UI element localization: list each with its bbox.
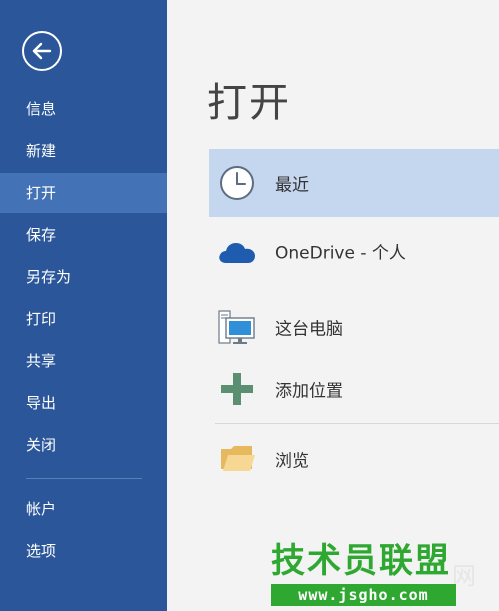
sidebar-item-account[interactable]: 帐户 xyxy=(0,489,167,529)
location-label: 这台电脑 xyxy=(275,319,343,340)
back-button[interactable] xyxy=(22,31,62,71)
sidebar-item-print[interactable]: 打印 xyxy=(0,299,167,339)
sidebar-item-info[interactable]: 信息 xyxy=(0,89,167,129)
watermark-title: 技术员联盟 xyxy=(271,541,451,581)
sidebar-item-save[interactable]: 保存 xyxy=(0,215,167,255)
open-pane: 打开 最近 OneDrive - 个人 这台电脑 添加位置 浏览 xyxy=(167,0,499,611)
location-label: OneDrive - 个人 xyxy=(275,243,406,264)
sidebar-item-close[interactable]: 关闭 xyxy=(0,425,167,465)
folder-icon xyxy=(217,439,257,479)
plus-icon xyxy=(217,369,257,409)
cloud-icon xyxy=(217,231,257,271)
computer-icon xyxy=(217,307,257,347)
watermark-url: www.jsgho.com xyxy=(271,584,456,606)
backstage-sidebar: 信息 新建 打开 保存 另存为 打印 共享 导出 关闭 帐户 选项 xyxy=(0,0,167,611)
location-browse[interactable]: 浏览 xyxy=(209,425,499,493)
sidebar-item-new[interactable]: 新建 xyxy=(0,131,167,171)
location-add-place[interactable]: 添加位置 xyxy=(209,355,499,423)
location-recent[interactable]: 最近 xyxy=(209,149,499,217)
location-label: 最近 xyxy=(275,175,309,196)
location-this-pc[interactable]: 这台电脑 xyxy=(209,293,499,361)
location-divider xyxy=(215,423,499,424)
location-onedrive[interactable]: OneDrive - 个人 xyxy=(209,217,499,285)
sidebar-item-options[interactable]: 选项 xyxy=(0,531,167,571)
location-label: 浏览 xyxy=(275,451,309,472)
clock-icon xyxy=(217,163,257,203)
sidebar-item-export[interactable]: 导出 xyxy=(0,383,167,423)
page-title: 打开 xyxy=(207,80,291,126)
sidebar-item-save-as[interactable]: 另存为 xyxy=(0,257,167,297)
sidebar-divider xyxy=(26,478,142,479)
sidebar-item-open[interactable]: 打开 xyxy=(0,173,167,213)
location-label: 添加位置 xyxy=(275,381,343,402)
sidebar-item-share[interactable]: 共享 xyxy=(0,341,167,381)
back-arrow-icon xyxy=(32,42,52,60)
